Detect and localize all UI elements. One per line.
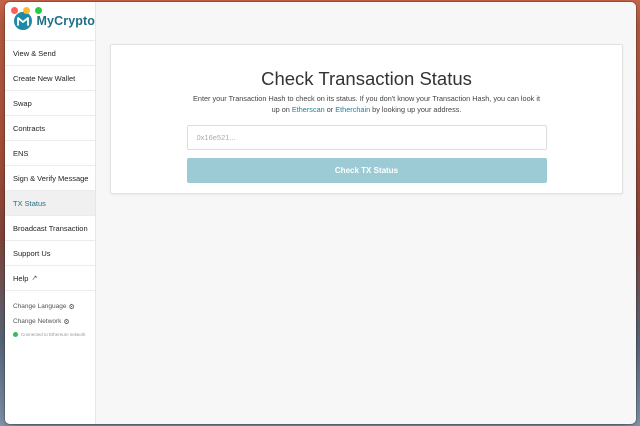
sidebar-item-label: Support Us bbox=[13, 248, 51, 258]
etherscan-link[interactable]: Etherscan bbox=[292, 105, 325, 114]
etherchain-link[interactable]: Etherchain bbox=[335, 105, 370, 114]
main-content: Check Transaction Status Enter your Tran… bbox=[96, 2, 636, 424]
mycrypto-logo-icon bbox=[14, 12, 32, 30]
sidebar-item-tx-status[interactable]: TX Status bbox=[5, 191, 95, 216]
sidebar-item-contracts[interactable]: Contracts bbox=[5, 116, 95, 141]
window-controls bbox=[11, 7, 42, 14]
sidebar-item-broadcast-transaction[interactable]: Broadcast Transaction bbox=[5, 216, 95, 241]
sidebar-item-view-send[interactable]: View & Send bbox=[5, 41, 95, 66]
check-tx-status-button[interactable]: Check TX Status bbox=[186, 158, 547, 183]
change-network-link[interactable]: Change Network ⚙ bbox=[5, 314, 95, 329]
network-status: Connected to Ethereum network bbox=[5, 332, 95, 337]
sidebar-item-label: Help bbox=[13, 273, 29, 283]
gear-icon: ⚙ bbox=[68, 303, 75, 311]
sidebar-item-label: Contracts bbox=[13, 123, 46, 133]
sidebar: MyCrypto View & Send Create New Wallet S… bbox=[5, 2, 96, 424]
sidebar-item-ens[interactable]: ENS bbox=[5, 141, 95, 166]
status-dot-icon bbox=[13, 332, 18, 337]
brand-name: MyCrypto bbox=[36, 14, 95, 28]
sidebar-item-swap[interactable]: Swap bbox=[5, 91, 95, 116]
tx-status-card: Check Transaction Status Enter your Tran… bbox=[110, 44, 623, 194]
sidebar-item-help[interactable]: Help ↗ bbox=[5, 266, 95, 291]
sidebar-item-sign-verify-message[interactable]: Sign & Verify Message bbox=[5, 166, 95, 191]
sidebar-item-label: ENS bbox=[13, 148, 29, 158]
sidebar-item-label: Create New Wallet bbox=[13, 73, 76, 83]
minimize-window-button[interactable] bbox=[23, 7, 30, 14]
sidebar-item-label: View & Send bbox=[13, 48, 56, 58]
page-title: Check Transaction Status bbox=[261, 68, 472, 89]
gear-icon: ⚙ bbox=[63, 318, 70, 326]
close-window-button[interactable] bbox=[11, 7, 18, 14]
page-description: Enter your Transaction Hash to check on … bbox=[193, 94, 540, 114]
tx-hash-input[interactable] bbox=[186, 125, 547, 150]
sidebar-item-label: TX Status bbox=[13, 198, 46, 208]
sidebar-item-label: Sign & Verify Message bbox=[13, 173, 89, 183]
maximize-window-button[interactable] bbox=[35, 7, 42, 14]
external-link-icon: ↗ bbox=[31, 275, 38, 282]
change-language-link[interactable]: Change Language ⚙ bbox=[5, 299, 95, 314]
sidebar-item-support-us[interactable]: Support Us bbox=[5, 241, 95, 266]
app-window: MyCrypto View & Send Create New Wallet S… bbox=[5, 2, 636, 424]
sidebar-item-label: Swap bbox=[13, 98, 32, 108]
sidebar-item-create-new-wallet[interactable]: Create New Wallet bbox=[5, 66, 95, 91]
sidebar-item-label: Broadcast Transaction bbox=[13, 223, 88, 233]
